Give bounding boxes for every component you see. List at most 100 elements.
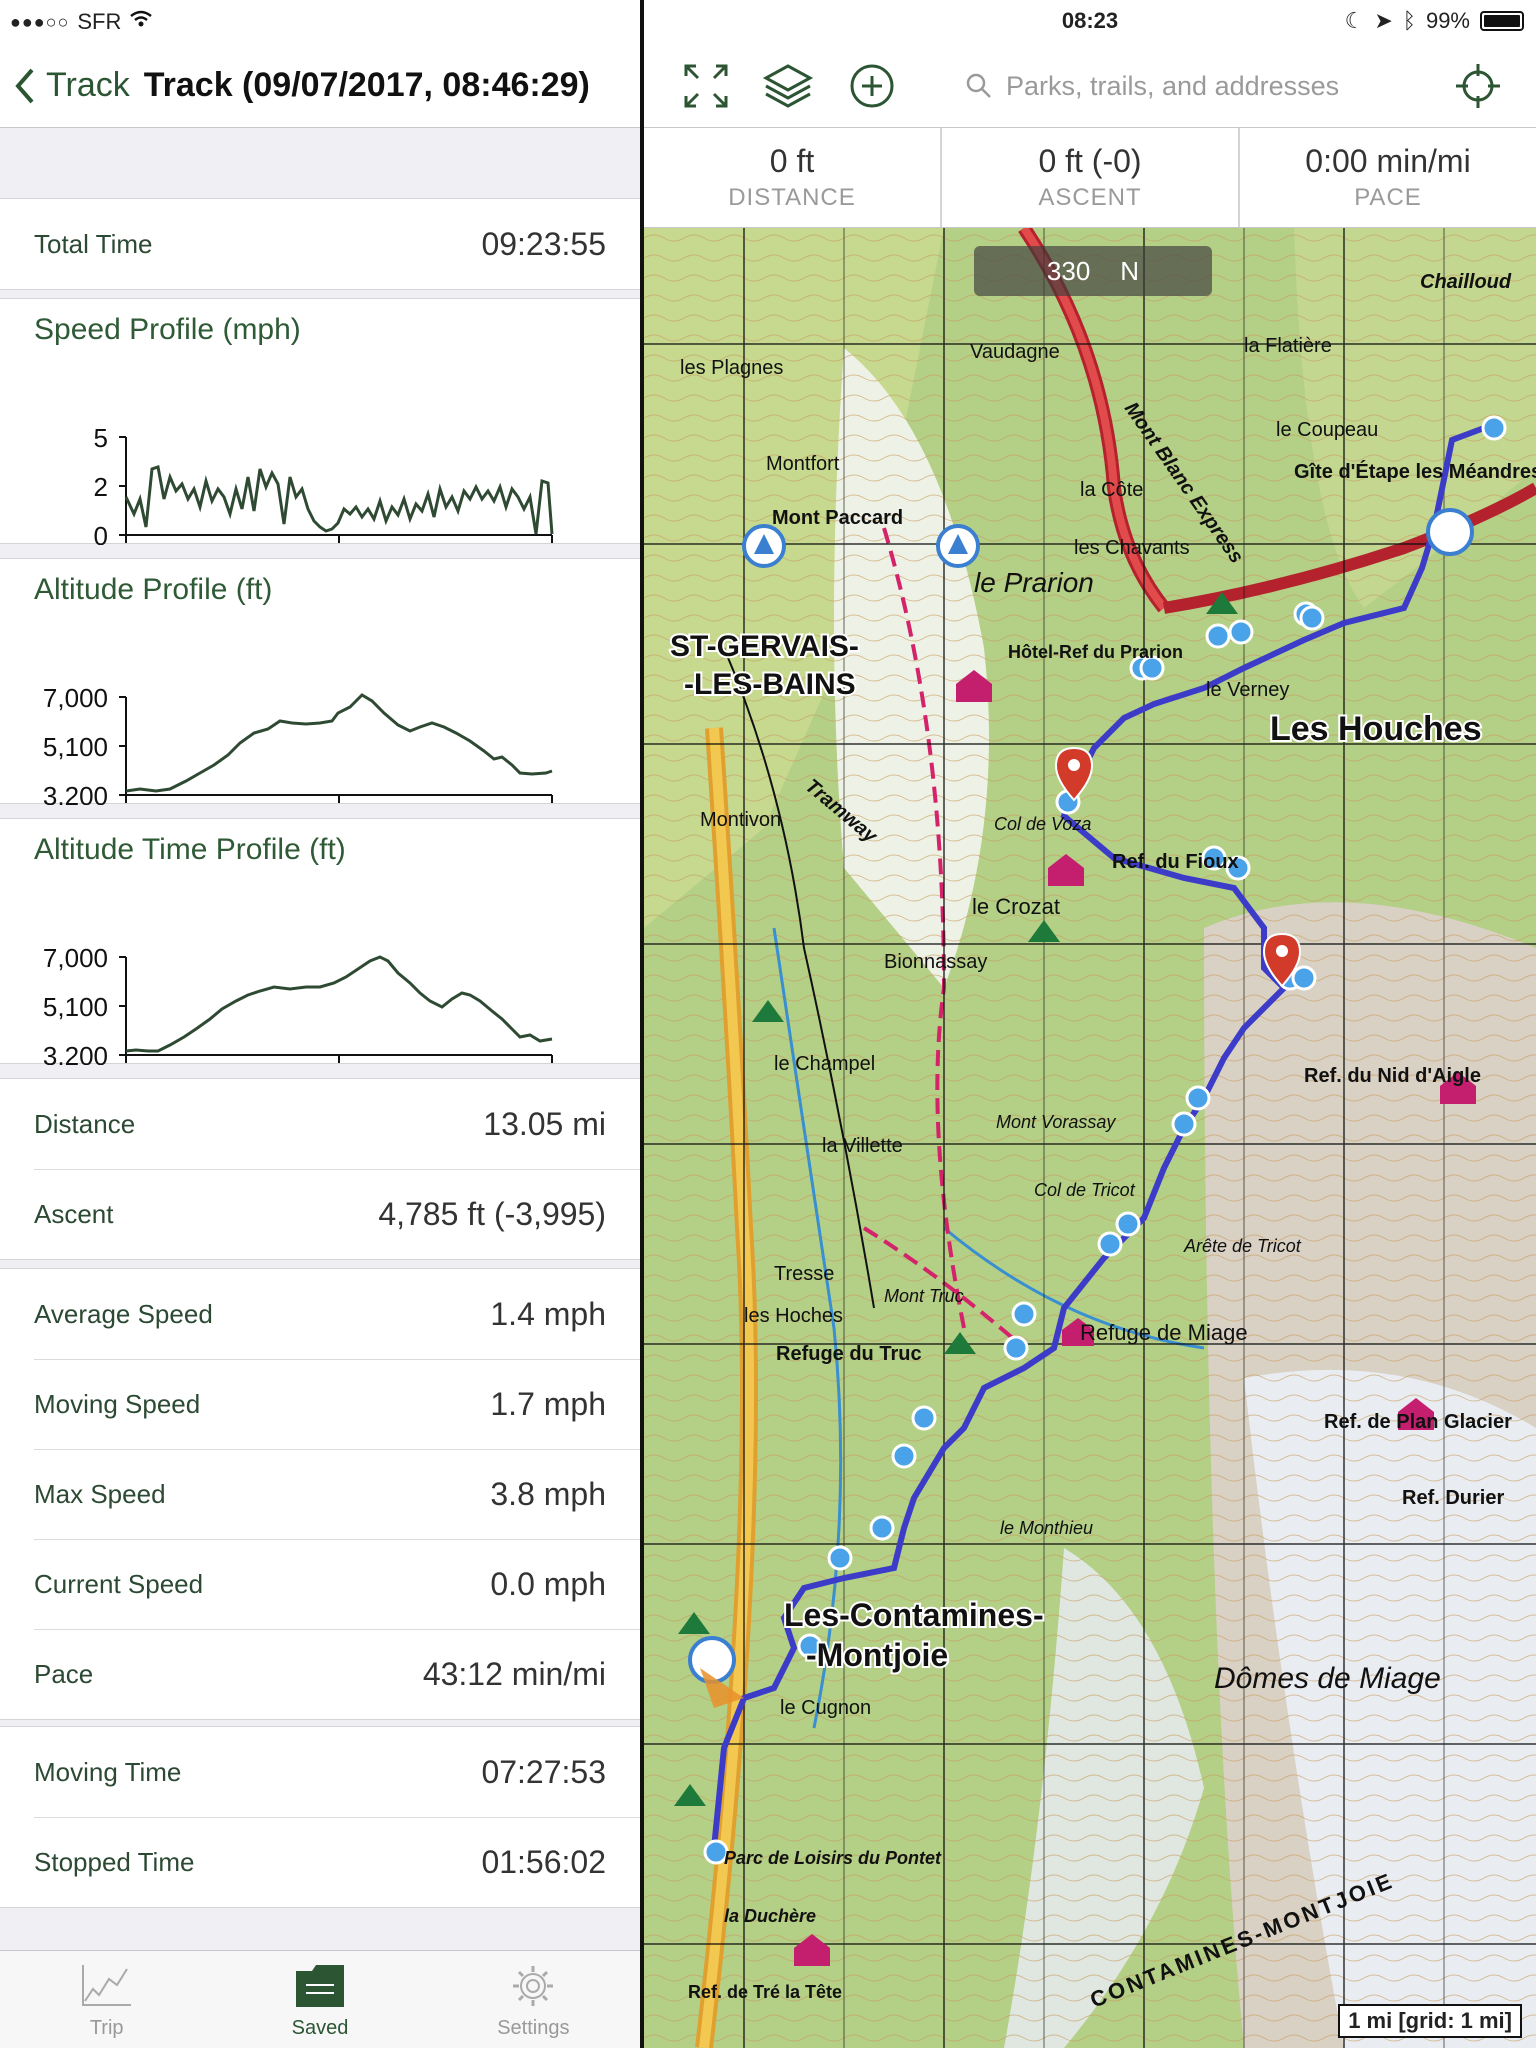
topo-map[interactable]: ST-GERVAIS- -LES-BAINS Les Houches Les-C… xyxy=(644,228,1536,2048)
y-tick-label: 5,100 xyxy=(43,992,108,1022)
map-toolbar xyxy=(644,44,1536,128)
stat-row-stopped-time: Stopped Time 01:56:02 xyxy=(0,1817,640,1907)
location-arrow-icon: ➤ xyxy=(1374,8,1393,33)
y-tick-label: 0 xyxy=(94,521,108,545)
stat-row-pace: Pace 43:12 min/mi xyxy=(0,1629,640,1719)
place-label: Montfort xyxy=(766,453,840,475)
folder-icon xyxy=(295,1965,344,2007)
time-section: Moving Time 07:27:53 Stopped Time 01:56:… xyxy=(0,1726,640,1908)
place-label: Gîte d'Étape les Méandres xyxy=(1294,460,1536,483)
place-label: Dômes de Miage xyxy=(1214,1662,1441,1695)
tab-label: Trip xyxy=(89,2017,124,2039)
layers-button[interactable] xyxy=(762,60,814,112)
stat-row-moving-speed: Moving Speed 1.7 mph xyxy=(0,1359,640,1449)
altitude-profile-chart[interactable]: Altitude Profile (ft) 7,000 5,100 3,200 … xyxy=(0,558,640,805)
stat-label: ASCENT xyxy=(1038,184,1142,211)
search-input[interactable] xyxy=(1006,70,1426,102)
place-label: le Crozat xyxy=(972,894,1060,919)
place-label: les Plagnes xyxy=(680,357,783,379)
add-button[interactable] xyxy=(846,60,898,112)
place-label: Vaudagne xyxy=(970,341,1060,363)
north-indicator: N xyxy=(1120,255,1140,286)
place-label: la Duchère xyxy=(724,1906,816,1926)
map-scale: 1 mi [grid: 1 mi] xyxy=(1338,2004,1522,2038)
place-label: Montivon xyxy=(700,809,781,831)
battery-percent: 99% xyxy=(1425,8,1470,33)
altitude-time-profile-chart[interactable]: Altitude Time Profile (ft) 7,000 5,100 3… xyxy=(0,818,640,1065)
place-label: -LES-BAINS xyxy=(684,668,856,701)
chart-title: Altitude Time Profile (ft) xyxy=(34,833,346,866)
tab-bar: Trip Saved Settings xyxy=(0,1950,640,2048)
crosshair-icon xyxy=(1456,64,1500,108)
stat-distance: 0 ft DISTANCE xyxy=(644,128,942,227)
search-field[interactable] xyxy=(964,62,1444,110)
place-label: Mont Truc xyxy=(884,1286,964,1306)
status-bar-left: ●●●○○ SFR xyxy=(0,0,640,44)
y-tick-label: 7,000 xyxy=(43,683,108,713)
place-label: ST-GERVAIS- xyxy=(670,630,859,663)
lodging-marker-icon xyxy=(1426,508,1474,556)
battery-icon xyxy=(1480,11,1524,31)
stat-label: Total Time xyxy=(34,228,153,259)
place-label: Parc de Loisirs du Pontet xyxy=(724,1848,942,1868)
chart-title: Altitude Profile (ft) xyxy=(34,573,273,606)
place-label: Mont Paccard xyxy=(772,507,903,529)
stat-value: 4,785 ft (-3,995) xyxy=(378,1195,606,1232)
gear-icon xyxy=(513,1966,554,2006)
map-canvas: ST-GERVAIS- -LES-BAINS Les Houches Les-C… xyxy=(644,228,1536,2048)
stat-label: Stopped Time xyxy=(34,1846,195,1877)
y-tick-label: 5,100 xyxy=(43,732,108,762)
place-label: -Montjoie xyxy=(806,1637,948,1673)
stat-label: Pace xyxy=(34,1658,94,1689)
stat-value: 1.4 mph xyxy=(490,1295,606,1332)
y-tick-label: 2 xyxy=(94,472,108,502)
locate-me-button[interactable] xyxy=(1452,60,1504,112)
place-label: les Hoches xyxy=(744,1305,843,1327)
lodging-marker-icon xyxy=(688,1636,736,1684)
stat-row-average-speed: Average Speed 1.4 mph xyxy=(0,1269,640,1359)
wifi-icon xyxy=(129,9,153,35)
tab-saved[interactable]: Saved xyxy=(213,1951,426,2048)
signal-strength-icon: ●●●○○ xyxy=(10,11,70,32)
place-label: Mont Vorassay xyxy=(996,1112,1116,1132)
place-label: Ref. de Tré la Tête xyxy=(688,1982,842,2002)
stat-value: 3.8 mph xyxy=(490,1475,606,1512)
back-button[interactable]: Track xyxy=(0,66,130,105)
place-label: Hôtel-Ref du Prarion xyxy=(1008,642,1183,662)
fullscreen-button[interactable] xyxy=(680,60,732,112)
stat-row-max-speed: Max Speed 3.8 mph xyxy=(0,1449,640,1539)
stat-label: Moving Time xyxy=(34,1756,182,1787)
stat-label: Max Speed xyxy=(34,1478,166,1509)
y-tick-label: 5 xyxy=(94,423,108,453)
place-label: Refuge du Truc xyxy=(776,1343,922,1365)
chart-title: Speed Profile (mph) xyxy=(34,313,301,346)
place-label: Les Houches xyxy=(1270,710,1482,748)
speed-profile-chart[interactable]: Speed Profile (mph) 5 2 0 00:0004:4009:2… xyxy=(0,298,640,545)
stat-label: Distance xyxy=(34,1108,136,1139)
stat-value: 13.05 mi xyxy=(483,1105,606,1142)
stat-row-distance: Distance 13.05 mi xyxy=(0,1079,640,1169)
place-label: le Verney xyxy=(1206,679,1289,701)
carrier-label: SFR xyxy=(77,9,122,34)
stat-label: Moving Speed xyxy=(34,1388,201,1419)
tab-label: Settings xyxy=(497,2017,570,2039)
chevron-left-icon xyxy=(15,68,34,103)
place-label: Ref. de Plan Glacier xyxy=(1324,1411,1512,1433)
place-label: Arête de Tricot xyxy=(1183,1236,1302,1256)
compass-heading[interactable]: 330 N xyxy=(974,246,1212,296)
y-tick-label: 7,000 xyxy=(43,943,108,973)
status-icons: ☾ ➤ ᛒ 99% xyxy=(1345,8,1524,34)
altitude-time-profile-plot: 7,000 5,100 3,200 00:0004:4009:21 xyxy=(43,943,553,1065)
place-label: Col de Voza xyxy=(994,814,1091,834)
stat-ascent: 0 ft (-0) ASCENT xyxy=(942,128,1240,227)
place-label: Les-Contamines- xyxy=(784,1597,1044,1633)
tab-trip[interactable]: Trip xyxy=(0,1951,213,2048)
tab-settings[interactable]: Settings xyxy=(427,1951,640,2048)
place-label: le Champel xyxy=(774,1053,875,1075)
stat-label: Average Speed xyxy=(34,1298,213,1329)
expand-icon xyxy=(684,64,728,108)
place-label: la Villette xyxy=(822,1135,903,1157)
navigation-bar: Track Track (09/07/2017, 08:46:29) xyxy=(0,44,640,128)
place-label: la Flatière xyxy=(1244,335,1332,357)
stat-row-current-speed: Current Speed 0.0 mph xyxy=(0,1539,640,1629)
